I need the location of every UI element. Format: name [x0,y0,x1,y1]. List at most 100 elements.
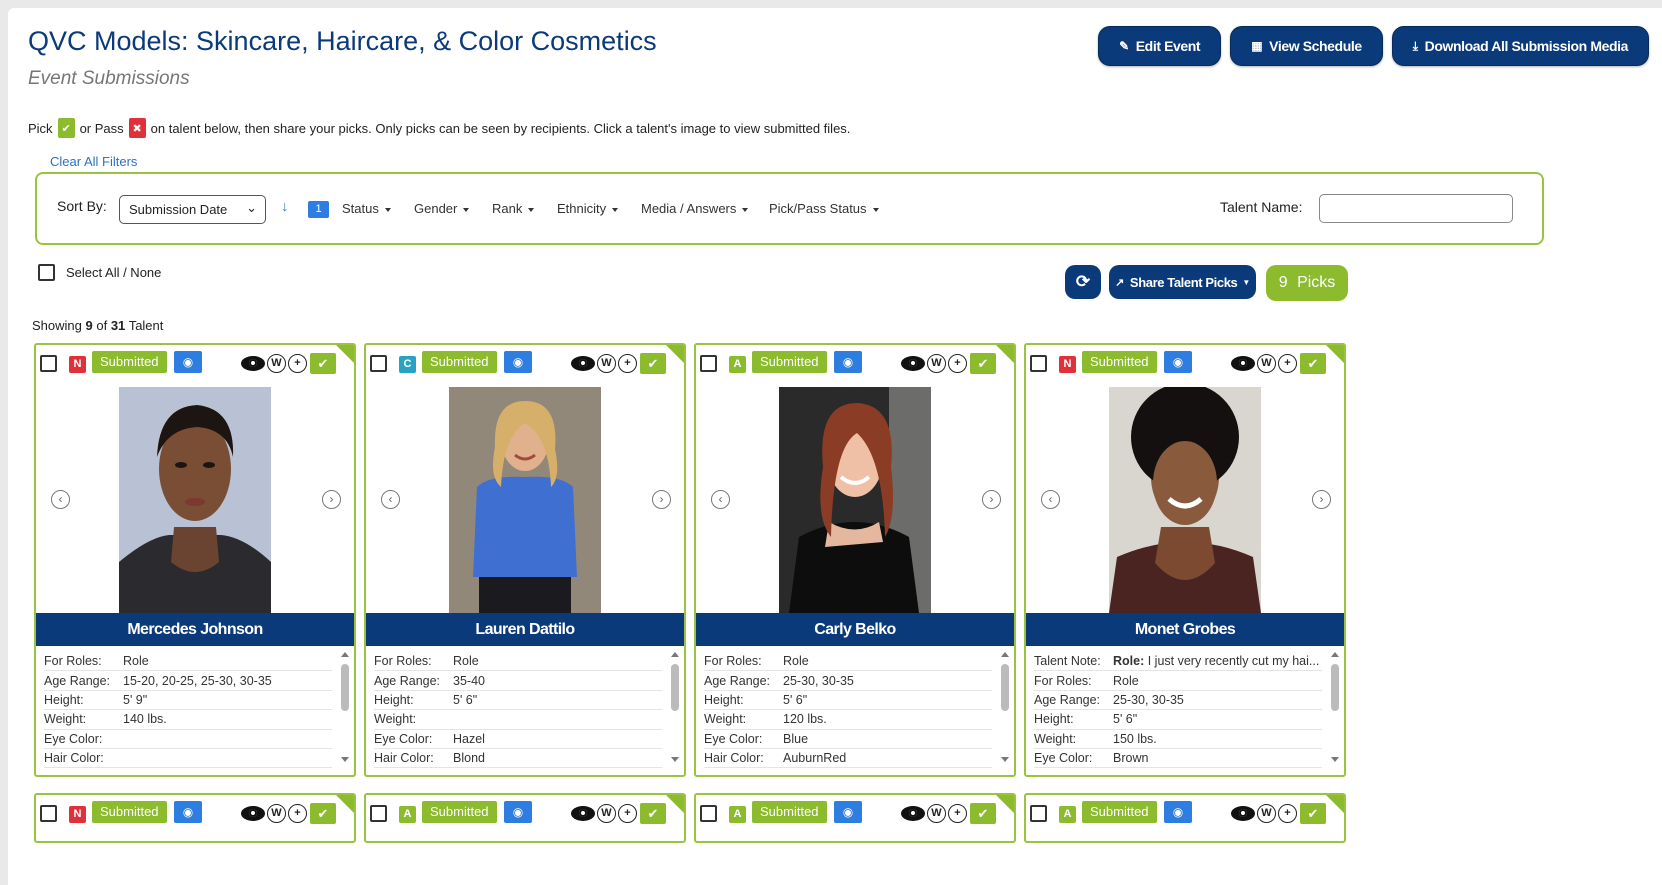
camera-icon[interactable]: ◉ [174,801,202,823]
prev-photo-icon[interactable]: ‹ [51,490,70,509]
card-select-checkbox[interactable] [700,355,717,372]
talent-photo[interactable] [119,387,271,613]
w-icon[interactable]: W [267,804,286,823]
view-schedule-button[interactable]: ▦ View Schedule [1230,26,1383,66]
w-icon[interactable]: W [1257,804,1276,823]
prev-photo-icon[interactable]: ‹ [711,490,730,509]
camera-icon[interactable]: ◉ [1164,351,1192,373]
details-scrollbar[interactable] [1330,652,1340,762]
w-icon[interactable]: W [597,804,616,823]
plus-icon[interactable]: + [618,354,637,373]
detail-value: 5' 6" [453,692,478,707]
rank-badge[interactable]: A [399,806,416,823]
eye-icon[interactable] [901,356,925,371]
next-photo-icon[interactable]: › [322,490,341,509]
card-select-checkbox[interactable] [40,805,57,822]
edit-event-button[interactable]: ✎ Edit Event [1098,26,1222,66]
picks-count-badge[interactable]: 9 Picks [1266,265,1348,301]
talent-photo[interactable] [1109,387,1261,613]
details-scrollbar[interactable] [340,652,350,762]
plus-icon[interactable]: + [948,804,967,823]
details-scrollbar[interactable] [670,652,680,762]
plus-icon[interactable]: + [288,354,307,373]
plus-icon[interactable]: + [618,804,637,823]
filter-rank-dropdown[interactable]: Rank [492,201,534,216]
next-photo-icon[interactable]: › [982,490,1001,509]
rank-badge[interactable]: N [1059,356,1076,373]
w-icon[interactable]: W [927,354,946,373]
camera-icon[interactable]: ◉ [504,351,532,373]
select-all-control[interactable]: Select All / None [38,264,161,281]
detail-key: Height: [44,692,84,707]
filter-gender-dropdown[interactable]: Gender [414,201,469,216]
card-select-checkbox[interactable] [1030,355,1047,372]
detail-row: Height: 5' 6" [1034,710,1322,730]
pick-check-button[interactable]: ✔ [310,353,336,374]
filter-media-answers-dropdown[interactable]: Media / Answers [641,201,748,216]
eye-icon[interactable] [1231,356,1255,371]
clear-all-filters-link[interactable]: Clear All Filters [50,154,137,169]
filter-status-dropdown[interactable]: Status [342,201,391,216]
card-select-checkbox[interactable] [1030,805,1047,822]
eye-icon[interactable] [241,806,265,821]
talent-name-input[interactable] [1319,194,1513,223]
talent-name[interactable]: Carly Belko [696,613,1014,646]
pick-check-button[interactable]: ✔ [1300,803,1326,824]
plus-icon[interactable]: + [1278,804,1297,823]
talent-photo[interactable] [779,387,931,613]
filter-ethnicity-dropdown[interactable]: Ethnicity [557,201,618,216]
next-photo-icon[interactable]: › [652,490,671,509]
camera-icon[interactable]: ◉ [834,351,862,373]
prev-photo-icon[interactable]: ‹ [1041,490,1060,509]
pick-check-button[interactable]: ✔ [310,803,336,824]
eye-icon[interactable] [241,356,265,371]
w-icon[interactable]: W [597,354,616,373]
talent-name[interactable]: Mercedes Johnson [36,613,354,646]
camera-icon[interactable]: ◉ [504,801,532,823]
next-photo-icon[interactable]: › [1312,490,1331,509]
rank-badge[interactable]: N [69,356,86,373]
detail-row: Weight: 140 lbs. [44,710,332,730]
talent-name[interactable]: Lauren Dattilo [366,613,684,646]
share-talent-picks-button[interactable]: ↗ Share Talent Picks ▼ [1109,265,1256,299]
select-all-checkbox[interactable] [38,264,55,281]
plus-icon[interactable]: + [948,354,967,373]
eye-icon[interactable] [571,806,595,821]
rank-badge[interactable]: N [69,806,86,823]
camera-icon[interactable]: ◉ [1164,801,1192,823]
details-scrollbar[interactable] [1000,652,1010,762]
pick-check-button[interactable]: ✔ [1300,353,1326,374]
card-select-checkbox[interactable] [370,805,387,822]
detail-row: Hair Color: Blond [374,749,662,769]
w-icon[interactable]: W [1257,354,1276,373]
prev-photo-icon[interactable]: ‹ [381,490,400,509]
plus-icon[interactable]: + [1278,354,1297,373]
w-icon[interactable]: W [267,354,286,373]
talent-photo[interactable] [449,387,601,613]
pick-check-button[interactable]: ✔ [970,353,996,374]
card-select-checkbox[interactable] [700,805,717,822]
eye-icon[interactable] [1231,806,1255,821]
sort-select[interactable]: Submission Date ⌄ [119,195,266,224]
pick-check-button[interactable]: ✔ [970,803,996,824]
talent-card: A Submitted ◉ W + ✔ [1024,793,1346,843]
refresh-button[interactable]: ⟳ [1065,265,1101,299]
pick-check-button[interactable]: ✔ [640,803,666,824]
camera-icon[interactable]: ◉ [834,801,862,823]
filter-pick-pass-dropdown[interactable]: Pick/Pass Status [769,201,879,216]
rank-badge[interactable]: C [399,356,416,373]
rank-badge[interactable]: A [729,356,746,373]
talent-name[interactable]: Monet Grobes [1026,613,1344,646]
eye-icon[interactable] [571,356,595,371]
rank-badge[interactable]: A [1059,806,1076,823]
w-icon[interactable]: W [927,804,946,823]
plus-icon[interactable]: + [288,804,307,823]
rank-badge[interactable]: A [729,806,746,823]
download-media-button[interactable]: ⤓ Download All Submission Media [1391,26,1649,66]
card-select-checkbox[interactable] [40,355,57,372]
camera-icon[interactable]: ◉ [174,351,202,373]
card-select-checkbox[interactable] [370,355,387,372]
pick-check-button[interactable]: ✔ [640,353,666,374]
eye-icon[interactable] [901,806,925,821]
sort-direction-arrow-icon[interactable]: ↓ [281,198,289,215]
